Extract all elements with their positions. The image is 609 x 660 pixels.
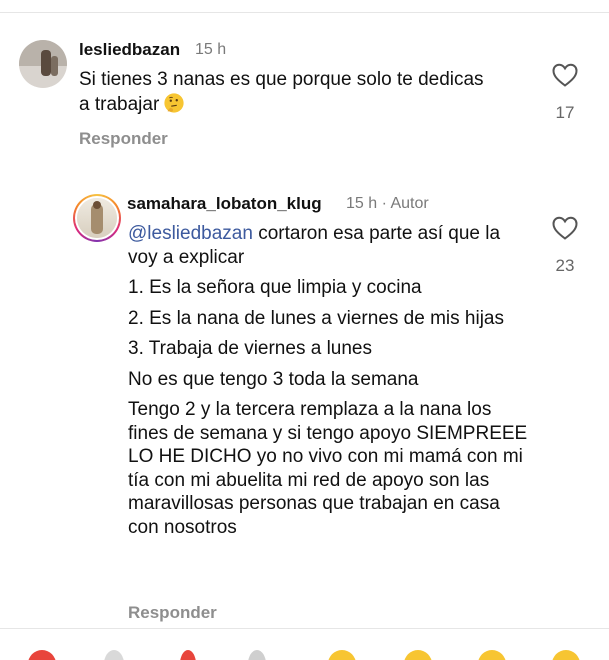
emoji-reaction-icon[interactable]: [28, 650, 56, 660]
reply-line-2: 2. Es la nana de lunes a viernes de mis …: [128, 307, 504, 329]
comment-text: Si tienes 3 nanas es que porque solo te …: [79, 68, 499, 116]
reply-timestamp: 15 h: [346, 195, 378, 212]
author-badge: · Autor: [381, 195, 429, 212]
reply-username[interactable]: samahara_lobaton_klug: [127, 194, 322, 214]
reply-text: @lesliedbazan cortaron esa parte así que…: [128, 222, 528, 539]
emoji-reaction-icon[interactable]: [180, 650, 196, 660]
reply-line-4: No es que tengo 3 toda la semana: [128, 368, 419, 390]
emoji-reaction-icon[interactable]: [248, 650, 266, 660]
reply-meta: 15 h · Autor: [346, 195, 429, 213]
top-divider: [0, 12, 609, 13]
emoji-reaction-icon[interactable]: [104, 650, 124, 660]
comment-timestamp: 15 h: [195, 41, 227, 58]
thinking-face-emoji-icon: [164, 92, 184, 113]
reply-button[interactable]: Responder: [79, 129, 168, 149]
emoji-reaction-icon[interactable]: [552, 650, 580, 660]
avatar-samahara: [77, 198, 117, 238]
bottom-divider: [0, 628, 609, 629]
comment-body: Si tienes 3 nanas es que porque solo te …: [79, 69, 484, 115]
comment-username[interactable]: lesliedbazan: [79, 40, 180, 60]
mention-link[interactable]: @lesliedbazan: [128, 223, 253, 244]
reply-line-1: 1. Es la señora que limpia y cocina: [128, 277, 422, 298]
like-count-2: 23: [555, 256, 575, 275]
emoji-reaction-icon[interactable]: [404, 650, 432, 660]
emoji-reaction-icon[interactable]: [478, 650, 506, 660]
like-count: 17: [555, 103, 575, 122]
reply-line-3: 3. Trabaja de viernes a lunes: [128, 338, 372, 359]
avatar-lesliedbazan[interactable]: [19, 40, 67, 88]
reply-line-5: Tengo 2 y la tercera remplaza a la nana …: [128, 399, 528, 538]
heart-outline-icon[interactable]: [551, 215, 579, 241]
reply-button-2[interactable]: Responder: [128, 603, 217, 623]
heart-outline-icon[interactable]: [551, 62, 579, 88]
avatar-samahara-story-ring[interactable]: [73, 194, 121, 242]
emoji-reaction-icon[interactable]: [328, 650, 356, 660]
